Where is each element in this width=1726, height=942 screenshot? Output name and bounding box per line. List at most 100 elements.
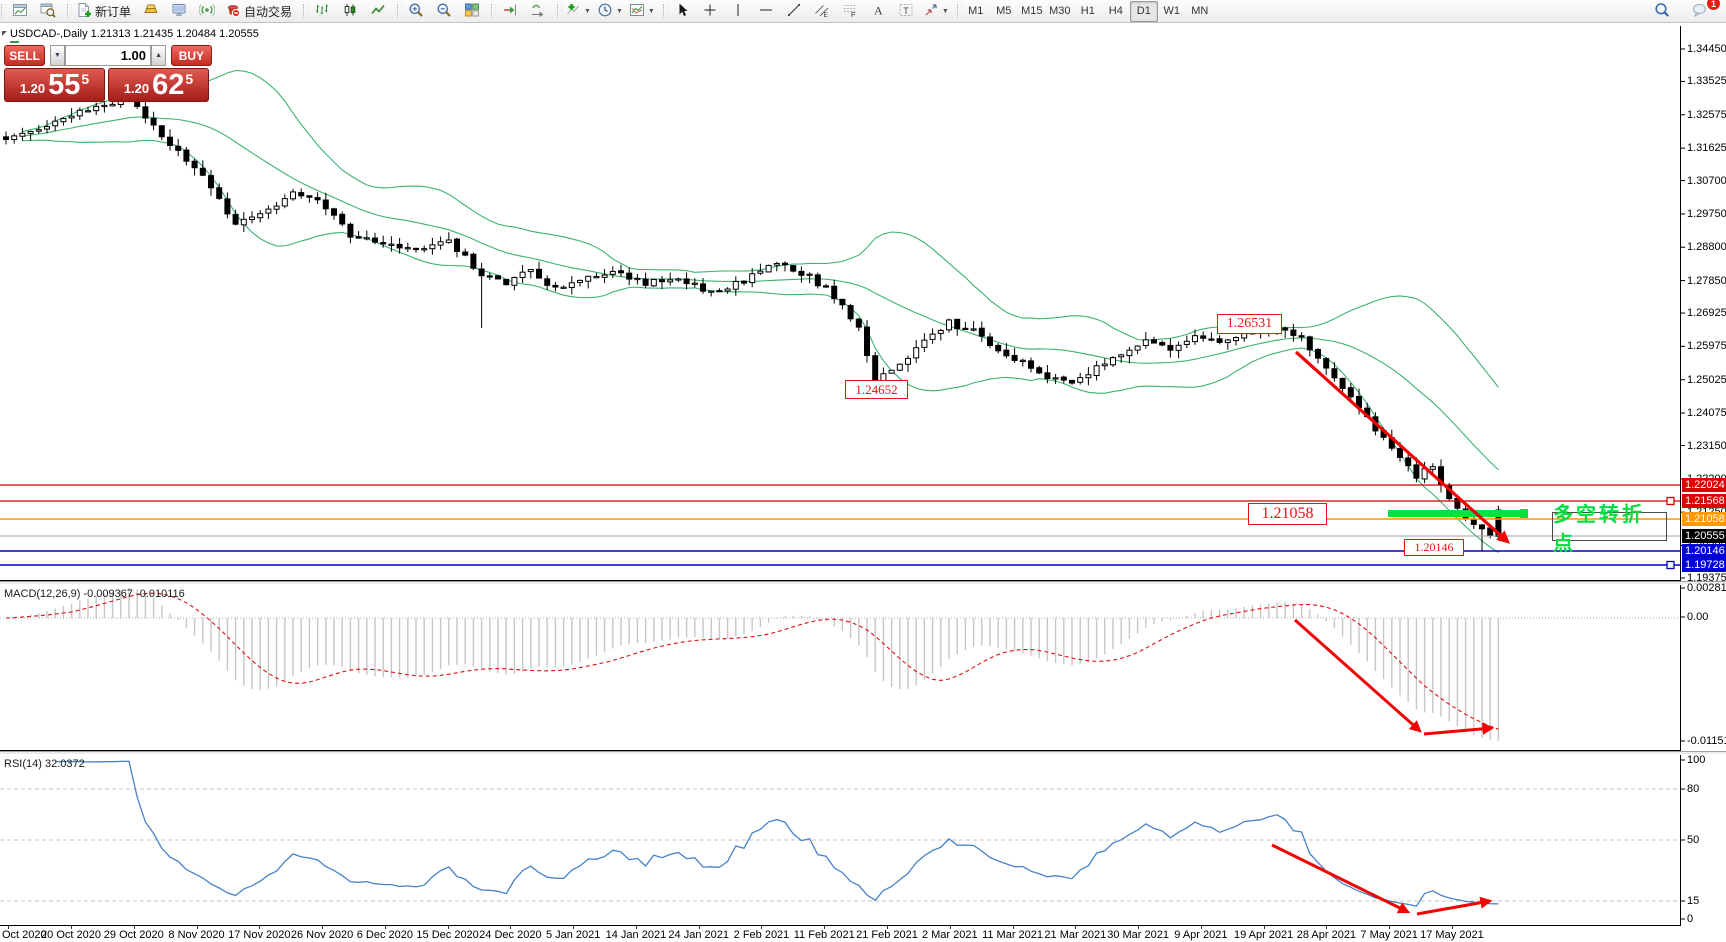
sell-price-big: 55 [48,72,80,100]
label-tool-icon: T [898,2,914,21]
date-label: 19 Apr 2021 [1234,929,1293,941]
date-label: 9 Apr 2021 [1174,929,1227,941]
date-tick [761,926,762,929]
toolbar-group: E F AT ▼ [662,0,956,22]
toolbar-group: ▼▼▼ [556,0,662,22]
templates-button[interactable]: ▼ [626,0,658,22]
date-label: 2 Mar 2021 [922,929,978,941]
price-chart-canvas[interactable] [0,26,1726,582]
price-annotation-label[interactable]: 1.26531 [1217,314,1282,334]
rsi-canvas[interactable] [0,755,1726,927]
date-tick [636,926,637,929]
market-depth-icon [143,2,159,21]
auto-trading-label: 自动交易 [244,3,292,20]
volume-decrease-button[interactable]: ▼ [50,45,65,66]
buy-price-button[interactable]: 1.20 62 5 [108,68,209,102]
terminal-icon [171,2,187,21]
toolbar-group: 新订单 自动交易 [66,0,302,22]
main-toolbar: 新订单自动交易▼▼▼EFAT▼M1M5M15M30H1H4D1W1MN1 [0,0,1726,23]
timeframe-mn-button[interactable]: MN [1186,1,1214,22]
sell-button[interactable]: SELL [4,45,45,66]
macd-label: MACD(12,26,9) -0.009367 -0.010116 [4,588,185,600]
timeframe-m5-button[interactable]: M5 [990,1,1018,22]
candlestick-mode-button[interactable] [336,0,364,22]
timeframe-h4-button[interactable]: H4 [1102,1,1130,22]
bar-chart-mode-button[interactable] [308,0,336,22]
line-handle [1667,562,1674,569]
buy-price-big: 62 [152,72,184,100]
terminal-button[interactable] [165,0,193,22]
trendline-tool-button[interactable] [780,0,808,22]
zoom-out-button[interactable] [430,0,458,22]
candlestick-mode-icon [342,2,358,21]
new-chart-button[interactable] [6,0,34,22]
date-tick [1013,926,1014,929]
svg-text:F: F [851,12,855,18]
auto-scroll-button[interactable] [524,0,552,22]
date-tick [510,926,511,929]
market-depth-button[interactable] [137,0,165,22]
crosshair-tool-button[interactable] [696,0,724,22]
macd-canvas[interactable] [0,585,1726,752]
channel-tool-button[interactable]: E [808,0,836,22]
macd-scale-label: 0.002816 [1687,582,1726,594]
templates-icon [629,2,645,21]
timeframe-d1-button[interactable]: D1 [1130,1,1158,22]
sell-price-sup: 5 [81,71,89,87]
date-tick [134,926,135,929]
timeframe-m30-button[interactable]: M30 [1046,1,1074,22]
buy-button[interactable]: BUY [171,45,212,66]
notifications-button[interactable]: 1 [1686,0,1714,22]
chart-collapse-icon[interactable] [2,31,7,36]
text-tool-button[interactable]: A [864,0,892,22]
price-tick-label: 1.34450 [1687,43,1726,55]
price-annotation-label[interactable]: 1.20146 [1404,539,1464,556]
volume-input[interactable] [65,45,151,66]
line-handle [1667,498,1674,505]
profiles-button[interactable] [34,0,62,22]
label-tool-button[interactable]: T [892,0,920,22]
new-order-button[interactable]: 新订单 [72,0,137,22]
toolbar-group [0,0,66,22]
periods-button[interactable]: ▼ [594,0,626,22]
horizontal-line-tool-button[interactable] [752,0,780,22]
timeframe-m1-button[interactable]: M1 [962,1,990,22]
timeframe-m15-button[interactable]: M15 [1018,1,1046,22]
price-tick-label: 1.31625 [1687,142,1726,154]
indicators-button[interactable]: ▼ [562,0,594,22]
date-label: 8 Nov 2020 [168,929,224,941]
date-label: 24 Dec 2020 [479,929,541,941]
timeframe-w1-button[interactable]: W1 [1158,1,1186,22]
rsi-scale-label: 100 [1687,754,1705,766]
vertical-line-tool-icon [730,2,746,21]
search-button[interactable] [1648,0,1676,22]
date-tick [1326,926,1327,929]
cursor-tool-button[interactable] [668,0,696,22]
crosshair-tool-icon [702,2,718,21]
signals-button[interactable] [193,0,221,22]
fibonacci-tool-button[interactable]: F [836,0,864,22]
date-label: 2 Feb 2021 [734,929,790,941]
tile-windows-button[interactable] [458,0,486,22]
price-tick-label: 1.32575 [1687,109,1726,121]
bar-chart-mode-icon [314,2,330,21]
time-axis[interactable]: Oct 202020 Oct 202029 Oct 20208 Nov 2020… [0,926,1726,942]
price-annotation-label[interactable]: 1.24652 [845,380,908,399]
zoom-out-icon [436,2,452,21]
toolbar-group [490,0,556,22]
auto-trading-button[interactable]: 自动交易 [221,0,298,22]
date-tick [824,926,825,929]
cn-note-label[interactable]: 多空转折点 [1552,512,1667,541]
date-tick [950,926,951,929]
line-chart-mode-button[interactable] [364,0,392,22]
shapes-tool-button[interactable]: ▼ [920,0,952,22]
zoom-in-button[interactable] [402,0,430,22]
sell-price-button[interactable]: 1.20 55 5 [4,68,105,102]
timeframe-h1-button[interactable]: H1 [1074,1,1102,22]
price-annotation-label[interactable]: 1.21058 [1248,503,1327,525]
vertical-line-tool-button[interactable] [724,0,752,22]
chart-shift-button[interactable] [496,0,524,22]
date-label: 11 Feb 2021 [794,929,855,941]
volume-increase-button[interactable]: ▲ [151,45,166,66]
new-chart-icon [12,2,28,21]
